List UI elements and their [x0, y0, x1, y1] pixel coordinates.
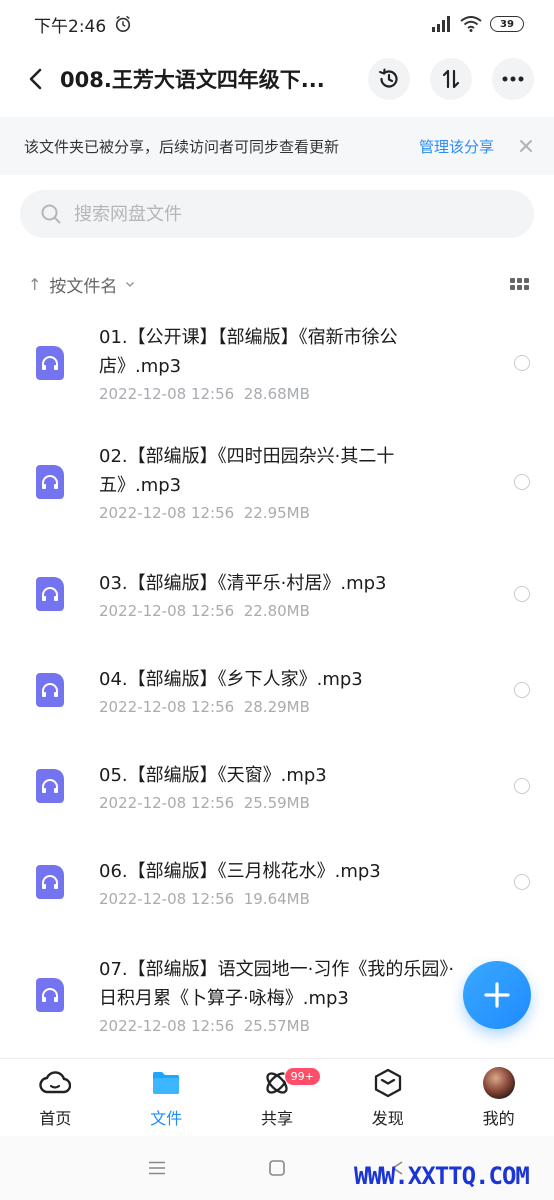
- file-meta: 2022-12-08 12:56 22.95MB: [99, 504, 310, 522]
- file-meta: 2022-12-08 12:56 28.68MB: [99, 385, 310, 403]
- file-info: 03.【部编版】《清平乐·村居》.mp3 2022-12-08 12:56 22…: [99, 569, 469, 620]
- cloud-icon: [39, 1067, 72, 1099]
- nav-label-discover: 发现: [371, 1108, 404, 1128]
- nav-item-home[interactable]: 首页: [0, 1059, 111, 1136]
- grid-view-icon[interactable]: [510, 278, 529, 290]
- status-icons: 39: [430, 16, 524, 32]
- select-checkbox[interactable]: [514, 474, 530, 490]
- file-info: 06.【部编版】《三月桃花水》.mp3 2022-12-08 12:56 19.…: [99, 857, 469, 908]
- bottom-nav: 首页 文件 共享 99+ 发现 我的: [0, 1058, 554, 1136]
- close-icon[interactable]: [518, 138, 534, 154]
- watermark: WWW.XXTTQ.COM: [354, 1162, 530, 1190]
- more-button[interactable]: [492, 58, 534, 100]
- file-info: 05.【部编版】《天窗》.mp3 2022-12-08 12:56 25.59M…: [99, 761, 469, 812]
- file-name: 02.【部编版】《四时田园杂兴·其二十五》.mp3: [99, 446, 395, 496]
- share-badge: 99+: [283, 1067, 321, 1086]
- audio-file-icon: [36, 978, 64, 1012]
- status-time: 下午2:46: [34, 16, 107, 37]
- file-meta: 2022-12-08 12:56 28.29MB: [99, 697, 310, 716]
- status-bar: 下午2:46 39: [0, 0, 554, 48]
- file-row[interactable]: 01.【公开课】【部编版】《宿新市徐公店》.mp3 2022-12-08 12:…: [0, 308, 554, 418]
- audio-file-icon: [36, 769, 64, 803]
- plus-icon: [484, 982, 510, 1008]
- file-name: 01.【公开课】【部编版】《宿新市徐公店》.mp3: [99, 327, 398, 377]
- search-icon: [41, 204, 61, 224]
- search-input[interactable]: [74, 203, 474, 225]
- file-name: 03.【部编版】《清平乐·村居》.mp3: [99, 572, 387, 594]
- file-list: 01.【公开课】【部编版】《宿新市徐公店》.mp3 2022-12-08 12:…: [0, 308, 554, 1060]
- file-meta: 2022-12-08 12:56 25.59MB: [99, 793, 310, 812]
- sort-by-name-dropdown[interactable]: 按文件名: [49, 272, 117, 297]
- file-info: 02.【部编版】《四时田园杂兴·其二十五》.mp3 2022-12-08 12:…: [99, 442, 469, 522]
- file-meta: 2022-12-08 12:56 25.57MB: [99, 1017, 310, 1035]
- select-checkbox[interactable]: [514, 586, 530, 602]
- file-row[interactable]: 04.【部编版】《乡下人家》.mp3 2022-12-08 12:56 28.2…: [0, 642, 554, 738]
- select-checkbox[interactable]: [514, 682, 530, 698]
- share-banner-text: 该文件夹已被分享，后续访问者可同步查看更新: [24, 137, 340, 156]
- file-name: 06.【部编版】《三月桃花水》.mp3: [99, 860, 381, 882]
- select-checkbox[interactable]: [514, 778, 530, 794]
- file-meta: 2022-12-08 12:56 22.80MB: [99, 601, 310, 620]
- file-row[interactable]: 02.【部编版】《四时田园杂兴·其二十五》.mp3 2022-12-08 12:…: [0, 418, 554, 546]
- signal-icon: [432, 16, 450, 32]
- chevron-down-icon[interactable]: [125, 279, 135, 289]
- file-info: 01.【公开课】【部编版】《宿新市徐公店》.mp3 2022-12-08 12:…: [99, 323, 469, 403]
- sort-row: ↑ 按文件名: [0, 264, 554, 304]
- nav-item-share[interactable]: 共享 99+: [222, 1059, 333, 1136]
- manage-share-link[interactable]: 管理该分享: [419, 136, 494, 157]
- share-banner: 该文件夹已被分享，后续访问者可同步查看更新 管理该分享: [0, 117, 554, 175]
- nav-label-me: 我的: [482, 1108, 515, 1128]
- back-icon[interactable]: [22, 66, 48, 92]
- sort-direction-icon[interactable]: ↑: [28, 275, 41, 294]
- wifi-icon: [460, 16, 482, 32]
- file-meta: 2022-12-08 12:56 19.64MB: [99, 889, 310, 908]
- nav-item-files[interactable]: 文件: [111, 1059, 222, 1136]
- file-name: 07.【部编版】语文园地一·习作《我的乐园》·日积月累《卜算子·咏梅》.mp3: [99, 959, 455, 1009]
- add-button[interactable]: [463, 961, 531, 1029]
- file-row[interactable]: 05.【部编版】《天窗》.mp3 2022-12-08 12:56 25.59M…: [0, 738, 554, 834]
- sort-arrows-icon: [442, 69, 460, 89]
- file-info: 04.【部编版】《乡下人家》.mp3 2022-12-08 12:56 28.2…: [99, 665, 469, 716]
- select-checkbox[interactable]: [514, 355, 530, 371]
- home-square-icon[interactable]: [265, 1156, 289, 1180]
- folder-icon: [150, 1067, 182, 1099]
- history-button[interactable]: [368, 58, 410, 100]
- more-icon: [502, 76, 524, 82]
- audio-file-icon: [36, 577, 64, 611]
- history-icon: [379, 68, 398, 88]
- file-info: 07.【部编版】语文园地一·习作《我的乐园》·日积月累《卜算子·咏梅》.mp3 …: [99, 955, 469, 1035]
- audio-file-icon: [36, 346, 64, 380]
- page-title: 008.王芳大语文四年级下...: [60, 68, 325, 92]
- select-checkbox[interactable]: [514, 874, 530, 890]
- nav-label-files: 文件: [150, 1108, 183, 1128]
- alarm-icon: [116, 15, 131, 33]
- discover-cube-icon: [372, 1067, 404, 1099]
- search-bar[interactable]: [20, 190, 534, 238]
- audio-file-icon: [36, 673, 64, 707]
- audio-file-icon: [36, 865, 64, 899]
- file-name: 04.【部编版】《乡下人家》.mp3: [99, 668, 363, 690]
- nav-item-me[interactable]: 我的: [443, 1059, 554, 1136]
- header: 008.王芳大语文四年级下...: [0, 48, 554, 110]
- file-row[interactable]: 06.【部编版】《三月桃花水》.mp3 2022-12-08 12:56 19.…: [0, 834, 554, 930]
- nav-label-home: 首页: [39, 1108, 72, 1128]
- menu-icon[interactable]: [145, 1156, 169, 1180]
- audio-file-icon: [36, 465, 64, 499]
- nav-item-discover[interactable]: 发现: [332, 1059, 443, 1136]
- nav-label-share: 共享: [260, 1108, 293, 1128]
- battery-indicator: 39: [490, 16, 524, 32]
- file-row[interactable]: 03.【部编版】《清平乐·村居》.mp3 2022-12-08 12:56 22…: [0, 546, 554, 642]
- header-actions: [368, 58, 534, 100]
- sort-toggle-button[interactable]: [430, 58, 472, 100]
- avatar: [482, 1066, 515, 1099]
- file-name: 05.【部编版】《天窗》.mp3: [99, 764, 327, 786]
